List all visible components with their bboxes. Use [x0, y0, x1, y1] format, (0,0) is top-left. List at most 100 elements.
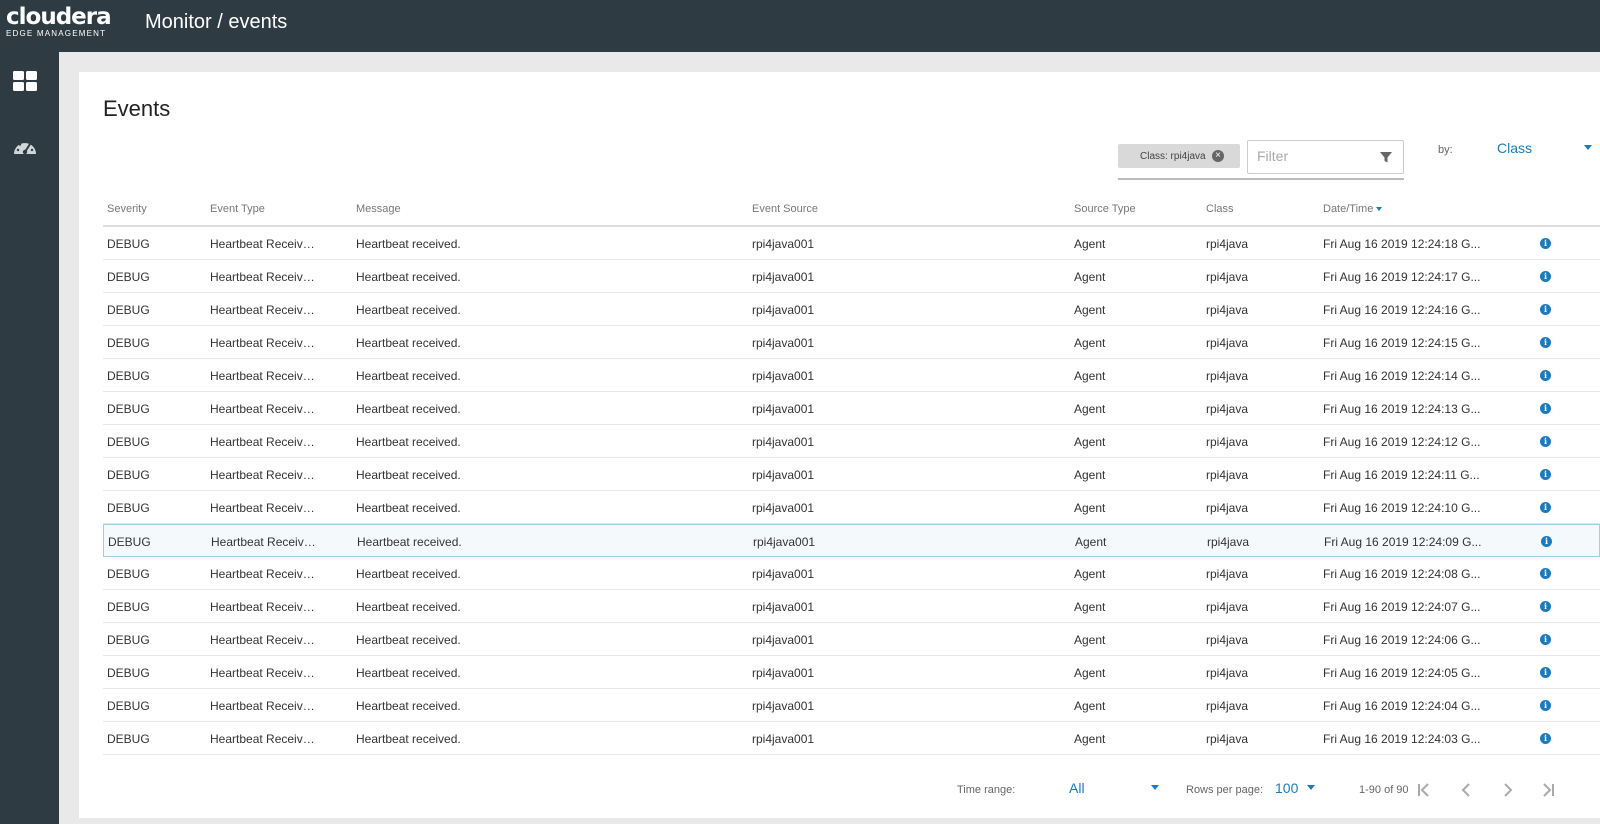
cloudera-logo[interactable]: cloudera EDGE MANAGEMENT [6, 6, 112, 39]
info-icon[interactable]: i [1540, 436, 1551, 447]
info-icon[interactable]: i [1540, 733, 1551, 744]
info-icon[interactable]: i [1540, 337, 1551, 348]
previous-page-icon[interactable] [1455, 779, 1477, 801]
pagination-range: 1-90 of 90 [1359, 784, 1409, 796]
message-cell: Heartbeat received. [356, 369, 461, 383]
table-row[interactable]: DEBUG Heartbeat Received Heartbeat receive… [103, 557, 1600, 590]
table-row[interactable]: DEBUG Heartbeat Received Heartbeat receive… [103, 722, 1600, 755]
sort-desc-icon [1376, 207, 1383, 212]
events-panel: Events Class: rpi4java × by: Class Sever… [79, 72, 1600, 818]
time-range-label: Time range: [957, 784, 1016, 796]
info-icon[interactable]: i [1540, 502, 1551, 513]
last-page-icon[interactable] [1537, 779, 1559, 801]
table-row[interactable]: DEBUG Heartbeat Received Heartbeat receive… [103, 590, 1600, 623]
event-source-cell: rpi4java001 [752, 666, 815, 680]
source-type-cell: Agent [1075, 535, 1107, 549]
table-row[interactable]: DEBUG Heartbeat Received Heartbeat receive… [103, 689, 1600, 722]
event-type-cell: Heartbeat Received [210, 666, 316, 680]
source-type-cell: Agent [1074, 369, 1106, 383]
next-page-icon[interactable] [1497, 779, 1519, 801]
table-row[interactable]: DEBUG Heartbeat Received Heartbeat receive… [103, 260, 1600, 293]
message-cell: Heartbeat received. [356, 435, 461, 449]
severity-cell: DEBUG [107, 402, 150, 416]
message-cell: Heartbeat received. [356, 567, 461, 581]
info-icon[interactable]: i [1540, 667, 1551, 678]
table-row[interactable]: DEBUG Heartbeat Received Heartbeat receive… [103, 425, 1600, 458]
event-type-cell: Heartbeat Received [210, 600, 316, 614]
severity-cell: DEBUG [107, 567, 150, 581]
source-type-cell: Agent [1074, 732, 1106, 746]
column-header-class[interactable]: Class [1206, 203, 1306, 215]
rows-per-page-dropdown[interactable]: 100 [1275, 780, 1315, 798]
first-page-icon[interactable] [1413, 779, 1435, 801]
column-header-message[interactable]: Message [356, 203, 736, 215]
time-range-dropdown[interactable]: All [1069, 780, 1159, 798]
funnel-icon[interactable] [1379, 150, 1393, 164]
datetime-cell: Fri Aug 16 2019 12:24:03 G... [1323, 732, 1481, 746]
column-header-severity[interactable]: Severity [107, 203, 197, 215]
source-type-cell: Agent [1074, 270, 1106, 284]
datetime-cell: Fri Aug 16 2019 12:24:12 G... [1323, 435, 1481, 449]
event-type-cell: Heartbeat Received [210, 468, 316, 482]
table-row[interactable]: DEBUG Heartbeat Received Heartbeat receive… [103, 293, 1600, 326]
event-type-cell: Heartbeat Received [210, 501, 316, 515]
info-icon[interactable]: i [1540, 601, 1551, 612]
event-type-cell: Heartbeat Received [210, 633, 316, 647]
event-type-cell: Heartbeat Received [210, 402, 316, 416]
info-icon[interactable]: i [1540, 304, 1551, 315]
info-icon[interactable]: i [1541, 536, 1552, 547]
message-cell: Heartbeat received. [356, 336, 461, 350]
info-icon[interactable]: i [1540, 403, 1551, 414]
info-icon[interactable]: i [1540, 700, 1551, 711]
speedometer-icon[interactable] [12, 134, 38, 160]
table-row[interactable]: DEBUG Heartbeat Received Heartbeat receive… [103, 359, 1600, 392]
info-icon[interactable]: i [1540, 634, 1551, 645]
class-cell: rpi4java [1206, 402, 1249, 416]
sidebar [0, 52, 59, 824]
datetime-cell: Fri Aug 16 2019 12:24:05 G... [1323, 666, 1481, 680]
dashboard-grid-icon[interactable] [12, 69, 38, 95]
info-icon[interactable]: i [1540, 469, 1551, 480]
table-row[interactable]: DEBUG Heartbeat Received Heartbeat receive… [103, 656, 1600, 689]
column-header-source-type[interactable]: Source Type [1074, 203, 1194, 215]
class-cell: rpi4java [1206, 237, 1249, 251]
class-cell: rpi4java [1206, 699, 1249, 713]
event-source-cell: rpi4java001 [752, 270, 815, 284]
close-icon[interactable]: × [1212, 150, 1224, 162]
datetime-cell: Fri Aug 16 2019 12:24:06 G... [1323, 633, 1481, 647]
table-row[interactable]: DEBUG Heartbeat Received Heartbeat receive… [103, 623, 1600, 656]
table-row[interactable]: DEBUG Heartbeat Received Heartbeat receive… [103, 458, 1600, 491]
table-row[interactable]: DEBUG Heartbeat Received Heartbeat receive… [103, 227, 1600, 260]
filter-by-dropdown[interactable]: Class [1497, 140, 1597, 160]
event-source-cell: rpi4java001 [752, 468, 815, 482]
rows-per-page-value: 100 [1275, 780, 1299, 796]
info-icon[interactable]: i [1540, 568, 1551, 579]
class-cell: rpi4java [1206, 270, 1249, 284]
event-source-cell: rpi4java001 [753, 535, 816, 549]
column-header-event-source[interactable]: Event Source [752, 203, 1052, 215]
info-icon[interactable]: i [1540, 238, 1551, 249]
datetime-cell: Fri Aug 16 2019 12:24:07 G... [1323, 600, 1481, 614]
severity-cell: DEBUG [107, 732, 150, 746]
column-header-datetime[interactable]: Date/Time [1323, 203, 1485, 215]
source-type-cell: Agent [1074, 237, 1106, 251]
datetime-cell: Fri Aug 16 2019 12:24:16 G... [1323, 303, 1481, 317]
table-row[interactable]: DEBUG Heartbeat Received Heartbeat receive… [103, 326, 1600, 359]
page-title: Events [103, 96, 171, 121]
table-row[interactable]: DEBUG Heartbeat Received Heartbeat receive… [103, 524, 1600, 557]
event-source-cell: rpi4java001 [752, 237, 815, 251]
filter-chip[interactable]: Class: rpi4java × [1118, 144, 1240, 168]
column-header-event-type[interactable]: Event Type [210, 203, 316, 215]
table-row[interactable]: DEBUG Heartbeat Received Heartbeat receive… [103, 491, 1600, 524]
filter-field[interactable] [1247, 140, 1404, 174]
info-icon[interactable]: i [1540, 370, 1551, 381]
filter-input[interactable] [1257, 141, 1377, 171]
message-cell: Heartbeat received. [356, 666, 461, 680]
message-cell: Heartbeat received. [356, 237, 461, 251]
source-type-cell: Agent [1074, 600, 1106, 614]
severity-cell: DEBUG [107, 633, 150, 647]
info-icon[interactable]: i [1540, 271, 1551, 282]
class-cell: rpi4java [1206, 567, 1249, 581]
class-cell: rpi4java [1206, 501, 1249, 515]
table-row[interactable]: DEBUG Heartbeat Received Heartbeat receive… [103, 392, 1600, 425]
